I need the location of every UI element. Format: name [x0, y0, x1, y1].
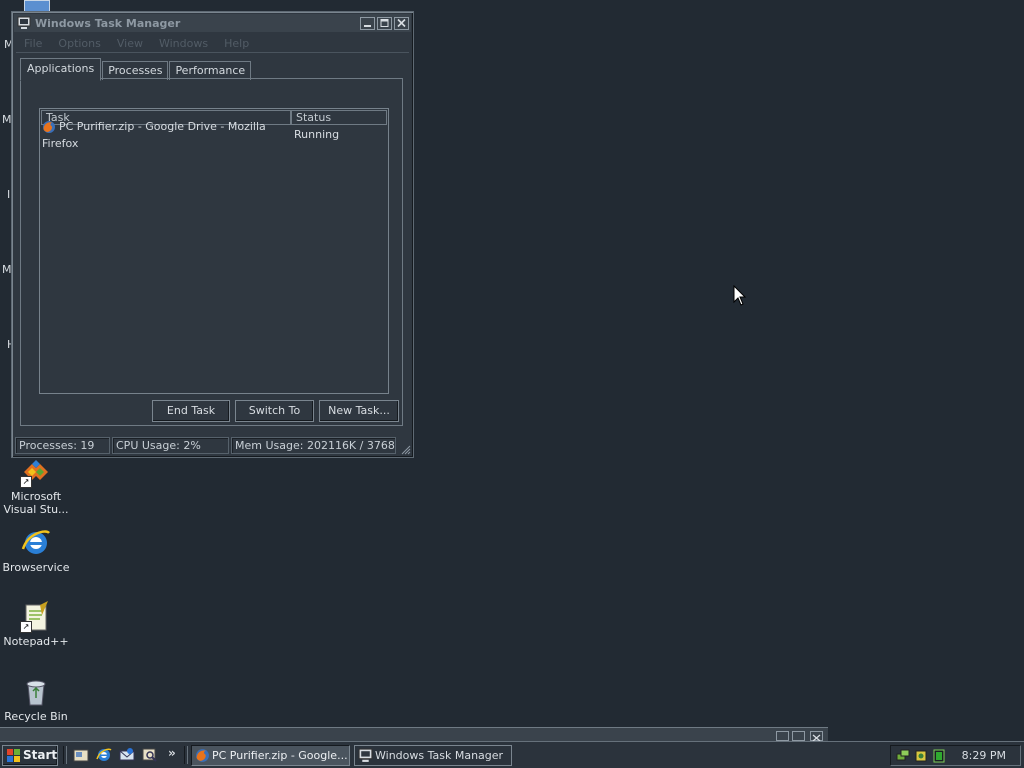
network-icon[interactable]	[896, 749, 910, 763]
new-task-button[interactable]: New Task...	[319, 400, 399, 422]
outlook-express-icon[interactable]	[119, 747, 135, 763]
maximize-button[interactable]	[377, 16, 392, 30]
task-cell: PC Purifier.zip - Google Drive - Mozilla…	[42, 118, 294, 152]
mouse-cursor-icon	[733, 285, 747, 306]
internet-explorer-icon[interactable]	[96, 747, 112, 763]
table-row[interactable]: PC Purifier.zip - Google Drive - Mozilla…	[42, 120, 388, 150]
task-manager-tray-icon[interactable]	[932, 749, 946, 763]
taskbar-button-label: Windows Task Manager	[375, 749, 504, 762]
desktop-icon-label: Microsoft	[10, 490, 62, 503]
new-task-label: New Task...	[328, 404, 390, 417]
close-button[interactable]	[394, 16, 409, 30]
notepad-plus-plus-icon: ↗	[20, 601, 52, 633]
taskbar-button-task-manager[interactable]: Windows Task Manager	[354, 745, 512, 766]
internet-explorer-icon	[20, 527, 52, 559]
status-processes: Processes: 19	[15, 437, 110, 454]
show-desktop-icon[interactable]	[73, 747, 89, 763]
task-list[interactable]: Task Status PC Purifier.zip - Google Dri…	[39, 108, 389, 394]
firefox-icon	[42, 120, 56, 134]
status-bar: Processes: 19 CPU Usage: 2% Mem Usage: 2…	[15, 437, 410, 454]
desktop-icon-visual-studio[interactable]: ↗ Microsoft Visual Stu...	[0, 456, 74, 516]
start-label: Start	[23, 748, 58, 762]
system-tray: 8:29 PM	[890, 745, 1021, 766]
search-icon[interactable]	[142, 747, 158, 763]
taskbar-button-firefox[interactable]: PC Purifier.zip - Google...	[191, 745, 350, 766]
end-task-button[interactable]: End Task	[152, 400, 230, 422]
task-manager-window: Windows Task Manager File Options View W…	[11, 11, 414, 458]
quick-launch-more-button[interactable]: »	[168, 746, 176, 760]
applications-panel: Task Status PC Purifier.zip - Google Dri…	[20, 78, 403, 426]
bg-close-button[interactable]	[810, 731, 823, 742]
task-manager-icon	[17, 16, 31, 30]
taskbar-separator	[63, 746, 67, 764]
bg-minimize-button[interactable]	[776, 731, 789, 741]
menu-options[interactable]: Options	[58, 37, 100, 50]
status-cpu: CPU Usage: 2%	[112, 437, 229, 454]
taskbar: Start » PC Purifier.zip - Google... Wind…	[0, 741, 1024, 768]
switch-to-label: Switch To	[248, 404, 301, 417]
switch-to-button[interactable]: Switch To	[235, 400, 314, 422]
minimize-icon	[364, 24, 371, 27]
resize-grip-icon[interactable]	[401, 445, 411, 455]
column-header-status[interactable]: Status	[291, 110, 387, 125]
menu-windows[interactable]: Windows	[159, 37, 208, 50]
desktop-icon-label: Browservice	[2, 561, 70, 574]
window-title: Windows Task Manager	[35, 16, 181, 30]
maximize-icon	[380, 18, 389, 27]
bg-maximize-button[interactable]	[792, 731, 805, 741]
desktop-icon-label: Notepad++	[3, 635, 69, 648]
close-icon	[397, 18, 406, 27]
background-window-frame[interactable]	[0, 727, 828, 742]
desktop-icon-label: Visual Stu...	[3, 503, 69, 516]
clock[interactable]: 8:29 PM	[962, 749, 1006, 762]
safely-remove-icon[interactable]	[914, 749, 928, 763]
windows-logo-icon	[7, 749, 20, 762]
tab-applications[interactable]: Applications	[20, 58, 102, 81]
start-button[interactable]: Start	[2, 745, 58, 766]
desktop-icon-label: Recycle Bin	[4, 710, 68, 723]
menu-file[interactable]: File	[24, 37, 42, 50]
title-bar[interactable]: Windows Task Manager	[14, 14, 411, 32]
firefox-icon	[196, 749, 209, 762]
task-manager-icon	[358, 748, 373, 762]
taskbar-separator	[184, 746, 188, 764]
task-name: PC Purifier.zip - Google Drive - Mozilla…	[42, 119, 266, 150]
menu-help[interactable]: Help	[224, 37, 249, 50]
menu-view[interactable]: View	[117, 37, 143, 50]
desktop-icon-browservice[interactable]: Browservice	[0, 527, 74, 574]
desktop-icon-notepad-plus-plus[interactable]: ↗ Notepad++	[0, 601, 74, 648]
partial-icon-label: I	[7, 188, 11, 201]
end-task-label: End Task	[166, 404, 216, 417]
recycle-bin-icon	[20, 676, 52, 708]
visual-studio-icon: ↗	[20, 456, 52, 488]
desktop-icon-recycle-bin[interactable]: Recycle Bin	[0, 676, 74, 723]
menu-bar: File Options View Windows Help	[16, 34, 409, 53]
taskbar-button-label: PC Purifier.zip - Google...	[212, 749, 348, 762]
status-memory: Mem Usage: 202116K / 3768420K	[231, 437, 396, 454]
task-status: Running	[294, 128, 340, 141]
minimize-button[interactable]	[360, 16, 375, 30]
